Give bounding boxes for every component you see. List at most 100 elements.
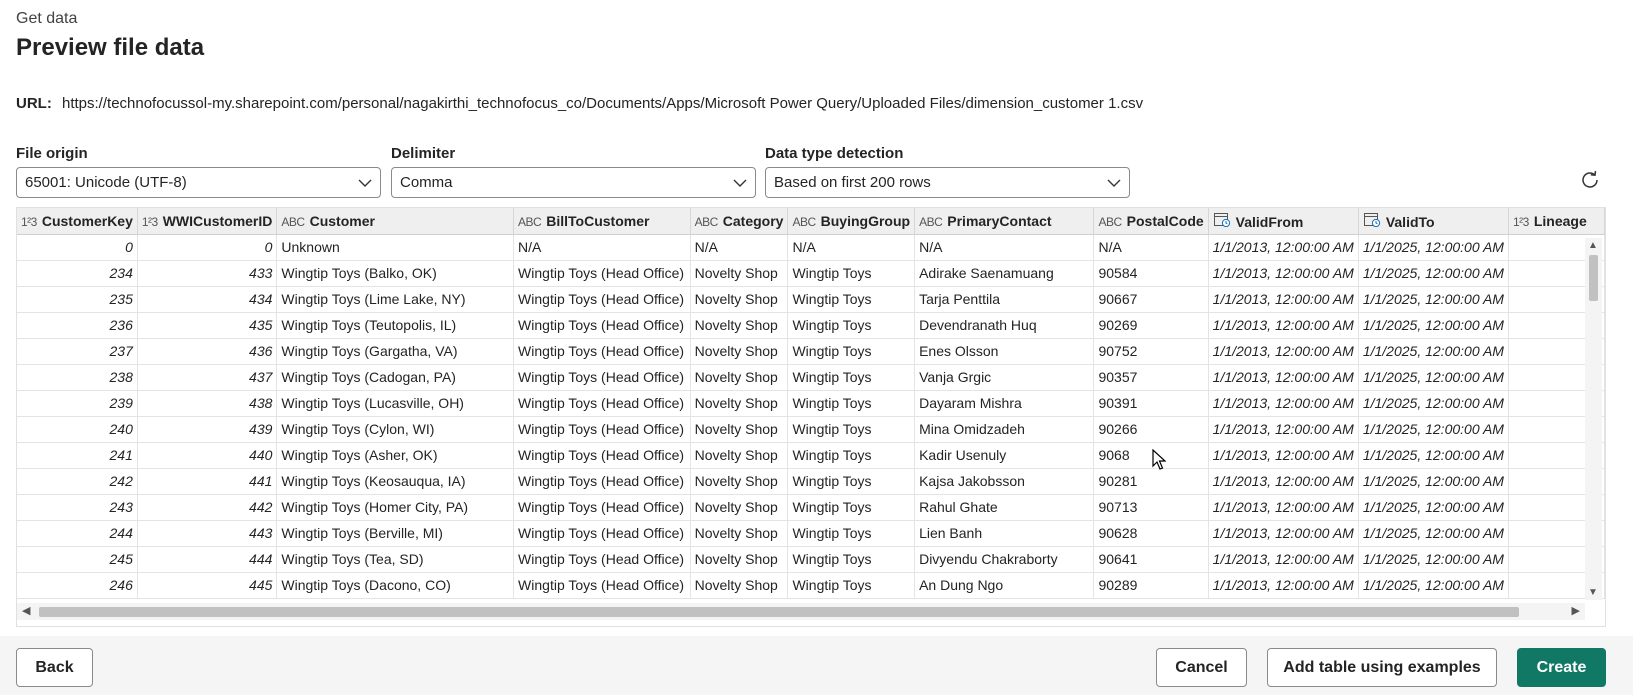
column-header-buyinggroup[interactable]: ABC BuyingGroup [787, 208, 916, 235]
table-cell[interactable]: 1/1/2025, 12:00:00 AM [1358, 546, 1509, 573]
table-cell[interactable]: 1/1/2013, 12:00:00 AM [1208, 364, 1359, 391]
table-cell[interactable]: 246 [17, 572, 138, 599]
table-cell[interactable]: Vanja Grgic [914, 364, 1095, 391]
table-cell[interactable]: Kadir Usenuly [914, 442, 1095, 469]
table-cell[interactable]: 1/1/2013, 12:00:00 AM [1208, 520, 1359, 547]
table-cell[interactable]: N/A [914, 234, 1095, 261]
table-cell[interactable]: 90391 [1093, 390, 1209, 417]
table-cell[interactable]: 441 [137, 468, 278, 495]
table-cell[interactable]: 443 [137, 520, 278, 547]
table-cell[interactable]: Wingtip Toys (Head Office) [513, 520, 691, 547]
column-header-validto[interactable]: ValidTo [1358, 208, 1509, 235]
table-cell[interactable]: Wingtip Toys (Head Office) [513, 260, 691, 287]
table-cell[interactable]: Novelty Shop [690, 286, 789, 313]
table-cell[interactable]: Wingtip Toys (Cylon, WI) [276, 416, 515, 443]
table-cell[interactable]: 90281 [1093, 468, 1209, 495]
scroll-down-icon[interactable]: ▼ [1588, 587, 1598, 598]
table-cell[interactable]: Adirake Saenamuang [914, 260, 1095, 287]
table-cell[interactable]: Wingtip Toys (Dacono, CO) [276, 572, 515, 599]
column-header-billtocustomer[interactable]: ABC BillToCustomer [513, 208, 691, 235]
table-cell[interactable]: Wingtip Toys [787, 286, 916, 313]
table-cell[interactable]: 90269 [1093, 312, 1209, 339]
table-cell[interactable]: Wingtip Toys (Homer City, PA) [276, 494, 515, 521]
table-cell[interactable]: Wingtip Toys [787, 494, 916, 521]
table-cell[interactable]: Wingtip Toys (Head Office) [513, 442, 691, 469]
table-cell[interactable]: Novelty Shop [690, 520, 789, 547]
table-cell[interactable]: 433 [137, 260, 278, 287]
table-cell[interactable]: Kajsa Jakobsson [914, 468, 1095, 495]
table-cell[interactable]: 1/1/2025, 12:00:00 AM [1358, 468, 1509, 495]
table-cell[interactable]: Wingtip Toys [787, 572, 916, 599]
table-cell[interactable]: 90289 [1093, 572, 1209, 599]
table-cell[interactable]: 90266 [1093, 416, 1209, 443]
table-cell[interactable]: Wingtip Toys (Keosauqua, IA) [276, 468, 515, 495]
table-cell[interactable]: Wingtip Toys (Head Office) [513, 494, 691, 521]
table-cell[interactable]: 90713 [1093, 494, 1209, 521]
table-cell[interactable]: Wingtip Toys (Head Office) [513, 286, 691, 313]
table-cell[interactable]: 1/1/2013, 12:00:00 AM [1208, 260, 1359, 287]
table-cell[interactable]: Novelty Shop [690, 494, 789, 521]
table-cell[interactable]: Wingtip Toys (Head Office) [513, 468, 691, 495]
column-header-lineage[interactable]: 1²3 Lineage [1508, 208, 1605, 235]
table-cell[interactable]: 1/1/2025, 12:00:00 AM [1358, 442, 1509, 469]
cancel-button[interactable]: Cancel [1156, 648, 1247, 687]
table-cell[interactable]: Wingtip Toys (Lucasville, OH) [276, 390, 515, 417]
table-cell[interactable]: 1/1/2013, 12:00:00 AM [1208, 286, 1359, 313]
table-cell[interactable]: 1/1/2025, 12:00:00 AM [1358, 390, 1509, 417]
table-cell[interactable]: 1/1/2025, 12:00:00 AM [1358, 234, 1509, 261]
table-cell[interactable]: Wingtip Toys [787, 390, 916, 417]
table-cell[interactable]: 1/1/2013, 12:00:00 AM [1208, 494, 1359, 521]
table-cell[interactable]: 1/1/2025, 12:00:00 AM [1358, 416, 1509, 443]
table-cell[interactable]: 90667 [1093, 286, 1209, 313]
table-cell[interactable]: 0 [137, 234, 278, 261]
table-cell[interactable]: 1/1/2025, 12:00:00 AM [1358, 338, 1509, 365]
table-cell[interactable]: Novelty Shop [690, 546, 789, 573]
table-cell[interactable]: 240 [17, 416, 138, 443]
table-cell[interactable]: 1/1/2013, 12:00:00 AM [1208, 312, 1359, 339]
table-cell[interactable]: 438 [137, 390, 278, 417]
table-cell[interactable]: Novelty Shop [690, 416, 789, 443]
table-cell[interactable]: 1/1/2025, 12:00:00 AM [1358, 494, 1509, 521]
table-cell[interactable]: 1/1/2013, 12:00:00 AM [1208, 468, 1359, 495]
table-cell[interactable]: N/A [1093, 234, 1209, 261]
file-origin-select[interactable]: 65001: Unicode (UTF-8) [16, 167, 381, 198]
table-cell[interactable]: 444 [137, 546, 278, 573]
vertical-scroll-thumb[interactable] [1589, 255, 1598, 301]
table-cell[interactable]: Wingtip Toys (Asher, OK) [276, 442, 515, 469]
table-cell[interactable]: Tarja Penttila [914, 286, 1095, 313]
table-cell[interactable]: Wingtip Toys [787, 442, 916, 469]
table-cell[interactable]: 1/1/2025, 12:00:00 AM [1358, 286, 1509, 313]
table-cell[interactable]: 243 [17, 494, 138, 521]
table-cell[interactable]: 90357 [1093, 364, 1209, 391]
table-cell[interactable]: Rahul Ghate [914, 494, 1095, 521]
table-cell[interactable]: Divyendu Chakraborty [914, 546, 1095, 573]
table-cell[interactable]: Wingtip Toys (Head Office) [513, 416, 691, 443]
table-cell[interactable]: Novelty Shop [690, 338, 789, 365]
table-cell[interactable]: 437 [137, 364, 278, 391]
table-cell[interactable]: Wingtip Toys (Tea, SD) [276, 546, 515, 573]
scroll-up-icon[interactable]: ▲ [1588, 240, 1598, 251]
table-cell[interactable]: Wingtip Toys (Balko, OK) [276, 260, 515, 287]
table-cell[interactable]: Wingtip Toys (Head Office) [513, 390, 691, 417]
scroll-left-icon[interactable]: ◀ [22, 604, 30, 617]
table-cell[interactable]: 90752 [1093, 338, 1209, 365]
table-cell[interactable]: Mina Omidzadeh [914, 416, 1095, 443]
vertical-scrollbar[interactable]: ▲ ▼ [1585, 238, 1602, 600]
table-cell[interactable]: Wingtip Toys (Teutopolis, IL) [276, 312, 515, 339]
table-cell[interactable]: 445 [137, 572, 278, 599]
table-cell[interactable]: Wingtip Toys (Head Office) [513, 338, 691, 365]
table-cell[interactable]: 1/1/2013, 12:00:00 AM [1208, 546, 1359, 573]
table-cell[interactable]: Wingtip Toys [787, 338, 916, 365]
table-cell[interactable]: Novelty Shop [690, 312, 789, 339]
table-cell[interactable]: 0 [17, 234, 138, 261]
table-cell[interactable]: Unknown [276, 234, 515, 261]
create-button[interactable]: Create [1517, 648, 1606, 687]
table-cell[interactable]: Novelty Shop [690, 572, 789, 599]
add-table-using-examples-button[interactable]: Add table using examples [1267, 648, 1497, 687]
table-cell[interactable]: 1/1/2013, 12:00:00 AM [1208, 416, 1359, 443]
table-cell[interactable]: 238 [17, 364, 138, 391]
table-cell[interactable]: N/A [513, 234, 691, 261]
table-cell[interactable]: Wingtip Toys (Lime Lake, NY) [276, 286, 515, 313]
table-cell[interactable]: 90628 [1093, 520, 1209, 547]
horizontal-scrollbar[interactable]: ◀ ▶ [17, 603, 1585, 620]
